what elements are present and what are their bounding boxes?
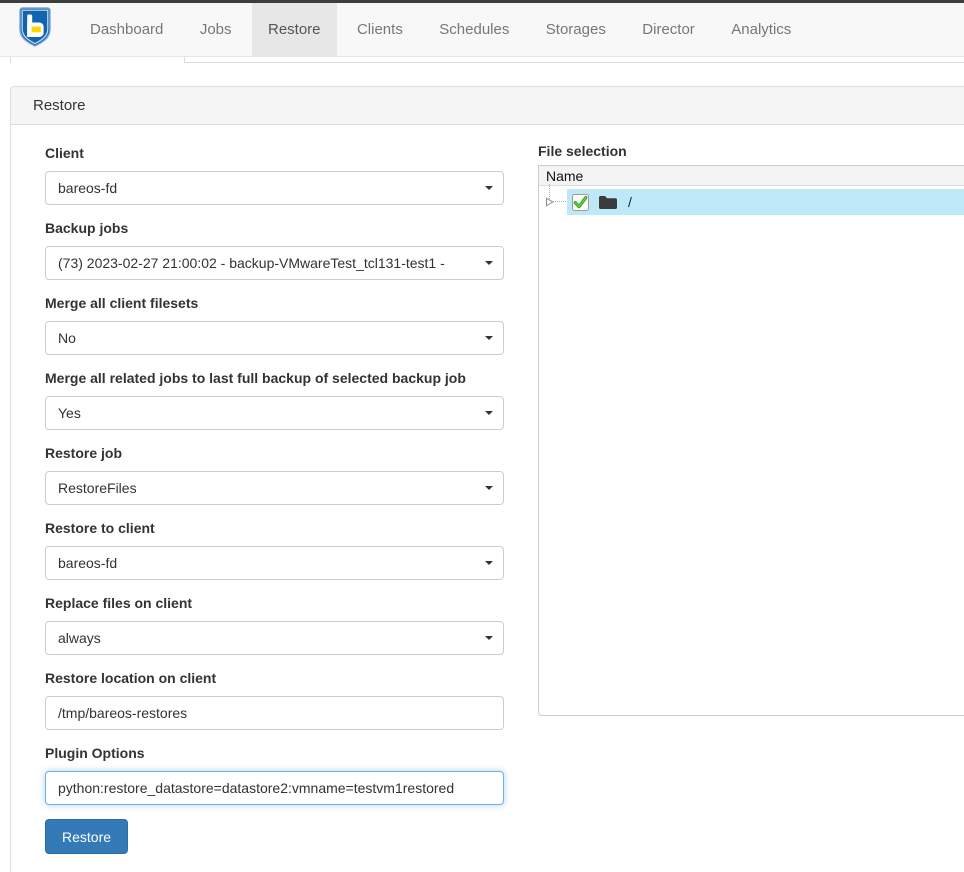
tree-expander-icon[interactable] [545,197,554,207]
panel-title: Restore [11,87,964,125]
nav-item-label: Schedules [439,21,509,38]
restore-panel: Restore Client bareos-fd Backup jobs (73… [10,86,964,872]
nav-item[interactable]: Analytics [715,3,807,57]
file-selection-section: File selection Name [538,142,964,716]
field-control[interactable]: bareos-fd [45,171,504,205]
nav-item-label: Dashboard [90,21,163,38]
field-value: python:restore_datastore=datastore2:vmna… [58,772,454,804]
tree-row: / [539,189,964,215]
main-nav: Dashboard Jobs Restore Clients Schedules… [74,3,807,57]
nav-item[interactable]: Storages [530,3,622,57]
nav-item[interactable]: Jobs [184,3,248,57]
tree-node-root[interactable]: / [567,189,964,215]
form-group: Restore to client bareos-fd [45,519,504,580]
field-label: Merge all related jobs to last full back… [45,369,504,387]
form-group: Plugin Options python:restore_datastore=… [45,744,504,805]
restore-form: Client bareos-fd Backup jobs (73) 2023-0… [45,144,504,854]
caret-down-icon [485,336,493,340]
field-control[interactable]: Yes [45,396,504,430]
field-label: Client [45,144,504,162]
field-control[interactable]: always [45,621,504,655]
nav-item-label: Clients [357,21,403,38]
field-control[interactable]: No [45,321,504,355]
caret-down-icon [485,636,493,640]
field-value: No [58,322,76,354]
field-label: Backup jobs [45,219,504,237]
field-label: Restore job [45,444,504,462]
field-label: Restore location on client [45,669,504,687]
checkbox-checked-icon[interactable] [572,194,589,211]
restore-button[interactable]: Restore [45,819,128,854]
caret-down-icon [485,411,493,415]
field-control[interactable]: (73) 2023-02-27 21:00:02 - backup-VMware… [45,246,504,280]
nav-item-label: Director [642,21,695,38]
field-value: (73) 2023-02-27 21:00:02 - backup-VMware… [58,247,445,279]
form-group: Restore job RestoreFiles [45,444,504,505]
caret-down-icon [485,486,493,490]
field-label: Replace files on client [45,594,504,612]
field-value: /tmp/bareos-restores [58,697,187,729]
panel-body: Client bareos-fd Backup jobs (73) 2023-0… [11,125,964,865]
nav-item-label: Analytics [731,21,791,38]
field-label: Merge all client filesets [45,294,504,312]
form-group: Replace files on client always [45,594,504,655]
caret-down-icon [485,186,493,190]
tree-column-header[interactable]: Name [539,166,964,186]
field-value: bareos-fd [58,172,117,204]
nav-item-label: Storages [546,21,606,38]
file-tree-panel: Name [538,165,964,716]
field-value: RestoreFiles [58,472,137,504]
bareos-logo-icon[interactable] [19,7,51,47]
file-selection-label: File selection [538,142,964,160]
field-control[interactable]: bareos-fd [45,546,504,580]
field-control[interactable]: RestoreFiles [45,471,504,505]
field-value: bareos-fd [58,547,117,579]
form-group: Backup jobs (73) 2023-02-27 21:00:02 - b… [45,219,504,280]
tree-body: / [539,189,964,215]
folder-icon [598,195,618,210]
field-control[interactable]: python:restore_datastore=datastore2:vmna… [45,771,504,805]
form-group: Restore location on client /tmp/bareos-r… [45,669,504,730]
field-control[interactable]: /tmp/bareos-restores [45,696,504,730]
form-group: Merge all related jobs to last full back… [45,369,504,430]
field-label: Restore to client [45,519,504,537]
field-value: always [58,622,101,654]
tree-node-label: / [628,194,632,210]
nav-item[interactable]: Director [626,3,711,57]
nav-item[interactable]: Clients [341,3,419,57]
sub-tab-strip [0,58,964,63]
field-value: Yes [58,397,81,429]
nav-item[interactable]: Restore [252,3,337,57]
top-navbar: Dashboard Jobs Restore Clients Schedules… [0,3,964,57]
tab-strip-border [185,62,964,63]
nav-item[interactable]: Schedules [423,3,525,57]
field-label: Plugin Options [45,744,504,762]
form-group: Client bareos-fd [45,144,504,205]
nav-item[interactable]: Dashboard [74,3,179,57]
active-sub-tab[interactable] [10,57,185,63]
nav-item-label: Jobs [200,21,232,38]
nav-item-label: Restore [268,21,321,38]
caret-down-icon [485,561,493,565]
form-group: Merge all client filesets No [45,294,504,355]
caret-down-icon [485,261,493,265]
